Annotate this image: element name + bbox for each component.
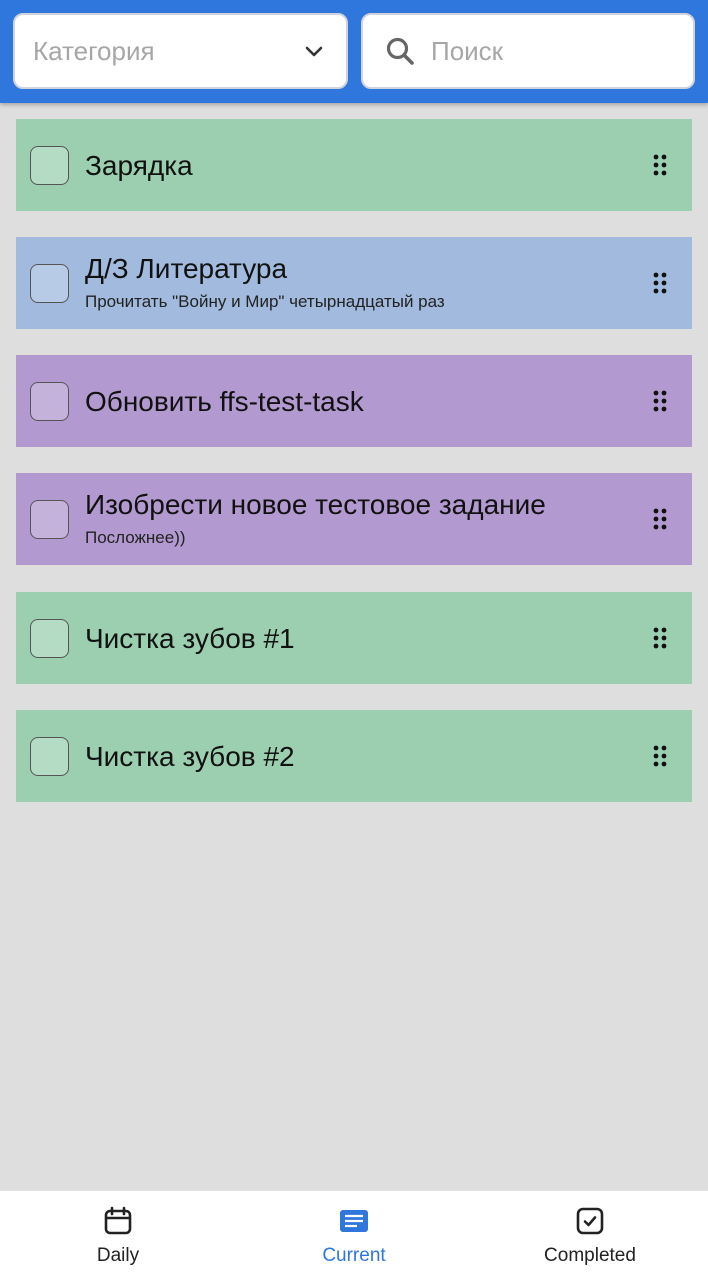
task-checkbox[interactable] — [30, 382, 69, 421]
chevron-down-icon[interactable] — [304, 42, 324, 62]
drag-handle-icon[interactable] — [652, 626, 668, 650]
task-description: Прочитать "Войну и Мир" четырнадцатый ра… — [85, 292, 445, 311]
nav-item-completed[interactable]: Completed — [472, 1191, 708, 1280]
drag-handle-icon[interactable] — [652, 389, 668, 413]
task-checkbox[interactable] — [30, 500, 69, 539]
drag-handle-icon[interactable] — [652, 271, 668, 295]
task-checkbox[interactable] — [30, 264, 69, 303]
search-icon — [386, 37, 414, 65]
task-item[interactable]: Зарядка — [16, 119, 692, 211]
category-select[interactable]: Категория — [13, 13, 348, 89]
task-title: Чистка зубов #1 — [85, 623, 295, 654]
search-input[interactable] — [431, 33, 681, 69]
task-title: Изобрести новое тестовое задание — [85, 489, 546, 520]
category-select-placeholder: Категория — [33, 35, 155, 66]
search-field[interactable] — [361, 13, 695, 89]
filter-header: Категория — [0, 0, 708, 103]
task-checkbox[interactable] — [30, 737, 69, 776]
nav-label-completed: Completed — [544, 1245, 636, 1266]
nav-item-daily[interactable]: Daily — [0, 1191, 236, 1280]
task-item[interactable]: Чистка зубов #2 — [16, 710, 692, 802]
task-checkbox[interactable] — [30, 146, 69, 185]
task-item[interactable]: Чистка зубов #1 — [16, 592, 692, 684]
task-title: Зарядка — [85, 150, 193, 181]
drag-handle-icon[interactable] — [652, 507, 668, 531]
task-title: Чистка зубов #2 — [85, 741, 295, 772]
task-checkbox[interactable] — [30, 619, 69, 658]
task-item[interactable]: Д/З Литература Прочитать "Войну и Мир" ч… — [16, 237, 692, 329]
task-title: Д/З Литература — [85, 253, 288, 284]
nav-item-current[interactable]: Current — [236, 1191, 472, 1280]
task-item[interactable]: Изобрести новое тестовое задание Посложн… — [16, 473, 692, 565]
drag-handle-icon[interactable] — [652, 744, 668, 768]
nav-label-current: Current — [322, 1245, 386, 1266]
list-icon — [340, 1210, 368, 1232]
nav-label-daily: Daily — [96, 1245, 140, 1266]
drag-handle-icon[interactable] — [652, 153, 668, 177]
task-item[interactable]: Обновить ffs-test-task — [16, 355, 692, 447]
task-description: Посложнее)) — [85, 528, 186, 547]
calendar-icon — [104, 1206, 132, 1235]
bottom-navigation: Daily Current Completed — [0, 1190, 708, 1280]
task-title: Обновить ffs-test-task — [85, 386, 364, 417]
checked-box-icon — [576, 1207, 604, 1235]
